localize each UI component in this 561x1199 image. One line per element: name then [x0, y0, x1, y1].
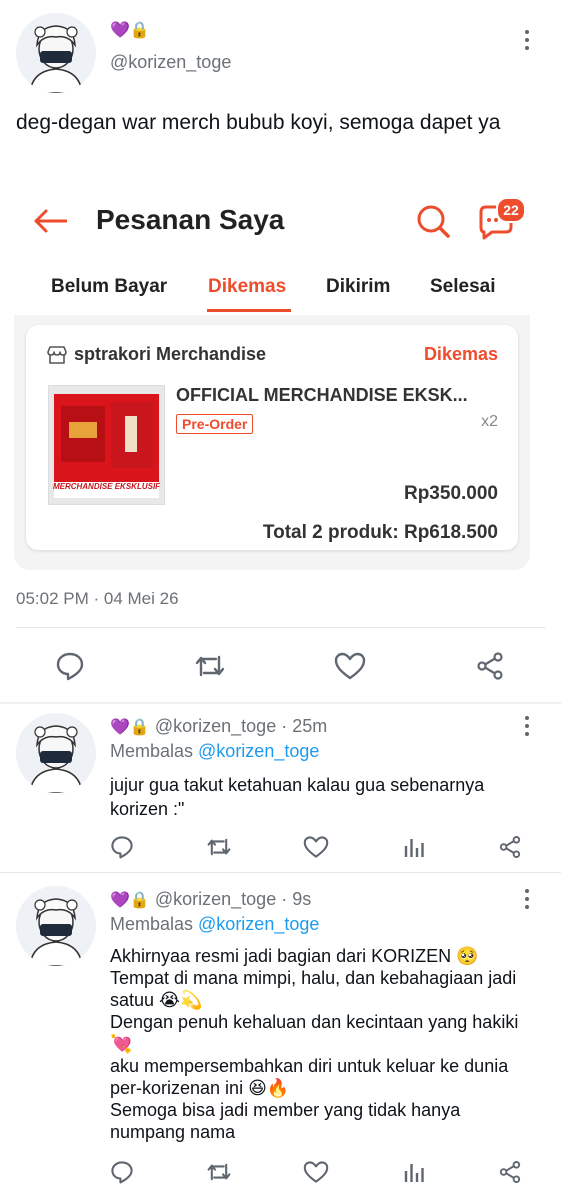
product-qty: x2 [481, 413, 498, 430]
order-total: Total 2 produk: Rp618.500 [262, 522, 498, 543]
back-arrow-icon [32, 206, 68, 236]
retweet-icon[interactable] [192, 648, 228, 684]
shop-icon [46, 345, 68, 365]
user-badges: 💜🔒 [110, 890, 150, 909]
tab-selesai: Selesai [430, 276, 496, 297]
divider [0, 872, 561, 873]
divider [0, 702, 561, 704]
reply-line: numpang nama [110, 1122, 236, 1142]
tab-belum-bayar: Belum Bayar [51, 276, 168, 297]
reply-line: Semoga bisa jadi member yang tidak hanya [110, 1100, 461, 1120]
more-icon[interactable] [524, 30, 530, 50]
user-badges: 💜🔒 [110, 20, 150, 39]
share-icon[interactable] [472, 648, 508, 684]
divider [16, 627, 546, 628]
replying-to-handle[interactable]: @korizen_toge [198, 741, 319, 761]
user-handle[interactable]: @korizen_toge [155, 889, 276, 909]
tab-dikemas: Dikemas [208, 276, 287, 297]
reply-icon[interactable] [108, 833, 136, 861]
retweet-icon[interactable] [204, 1158, 234, 1186]
user-handle[interactable]: @korizen_toge [110, 52, 231, 73]
thumbnail-caption: MERCHANDISE EKSKLUSIF [52, 482, 161, 491]
replying-prefix: Membalas [110, 741, 199, 761]
avatar[interactable] [16, 886, 96, 966]
analytics-icon[interactable] [400, 1158, 428, 1186]
attached-image[interactable]: Pesanan Saya 22 Belum Bayar Dikemas Diki… [14, 180, 530, 570]
reply-line: Tempat di mana mimpi, halu, dan kebahagi… [110, 968, 517, 988]
avatar[interactable] [16, 13, 96, 93]
chat-badge: 22 [496, 197, 526, 223]
search-icon [414, 202, 452, 240]
reply-line: Dengan penuh kehaluan dan kecintaan yang… [110, 1012, 519, 1032]
pre-order-tag: Pre-Order [176, 414, 254, 434]
reply-icon[interactable] [52, 648, 88, 684]
replying-to: Membalas @korizen_toge [110, 914, 319, 935]
replying-to-handle[interactable]: @korizen_toge [198, 914, 319, 934]
like-icon[interactable] [302, 833, 330, 861]
share-icon[interactable] [496, 833, 524, 861]
avatar-image [16, 13, 96, 93]
avatar[interactable] [16, 713, 96, 793]
more-icon[interactable] [524, 716, 530, 736]
product-thumbnail: MERCHANDISE EKSKLUSIF [48, 385, 165, 505]
user-badges: 💜🔒 [110, 717, 150, 736]
active-tab-underline [207, 309, 291, 312]
product-name: OFFICIAL MERCHANDISE EKSK... [176, 385, 468, 405]
reply-icon[interactable] [108, 1158, 136, 1186]
reply-line: per-korizenan ini 😆🔥 [110, 1078, 290, 1098]
reply-line: 💘 [110, 1034, 133, 1054]
reply-header: 💜🔒 @korizen_toge · 25m [110, 716, 327, 737]
more-icon[interactable] [524, 889, 530, 909]
reply-line: aku mempersembahkan diri untuk keluar ke… [110, 1056, 509, 1076]
tweet-text: deg-degan war merch bubub koyi, semoga d… [16, 111, 501, 134]
shop-name: sptrakori Merchandise [74, 344, 267, 364]
order-card: sptrakori Merchandise Dikemas MERCHANDIS… [26, 325, 518, 550]
like-icon[interactable] [332, 648, 368, 684]
reply-text: jujur gua takut ketahuan kalau gua seben… [110, 775, 485, 819]
shopee-page-title: Pesanan Saya [96, 204, 285, 235]
reply-text: Akhirnyaa resmi jadi bagian dari KORIZEN… [110, 945, 550, 1143]
tab-dikirim: Dikirim [326, 276, 391, 297]
reply-header: 💜🔒 @korizen_toge · 9s [110, 889, 311, 910]
like-icon[interactable] [302, 1158, 330, 1186]
order-status: Dikemas [423, 344, 498, 364]
replying-prefix: Membalas [110, 914, 199, 934]
retweet-icon[interactable] [204, 833, 234, 861]
tweet-timestamp: 05:02 PM · 04 Mei 26 [16, 589, 179, 608]
product-price: Rp350.000 [403, 483, 498, 504]
reply-time: · 9s [281, 889, 312, 909]
share-icon[interactable] [496, 1158, 524, 1186]
user-handle[interactable]: @korizen_toge [155, 716, 276, 736]
analytics-icon[interactable] [400, 833, 428, 861]
reply-time: · 25m [281, 716, 328, 736]
reply-line: satuu 😭💫 [110, 990, 203, 1010]
replying-to: Membalas @korizen_toge [110, 741, 319, 762]
reply-line: Akhirnyaa resmi jadi bagian dari KORIZEN… [110, 946, 479, 966]
